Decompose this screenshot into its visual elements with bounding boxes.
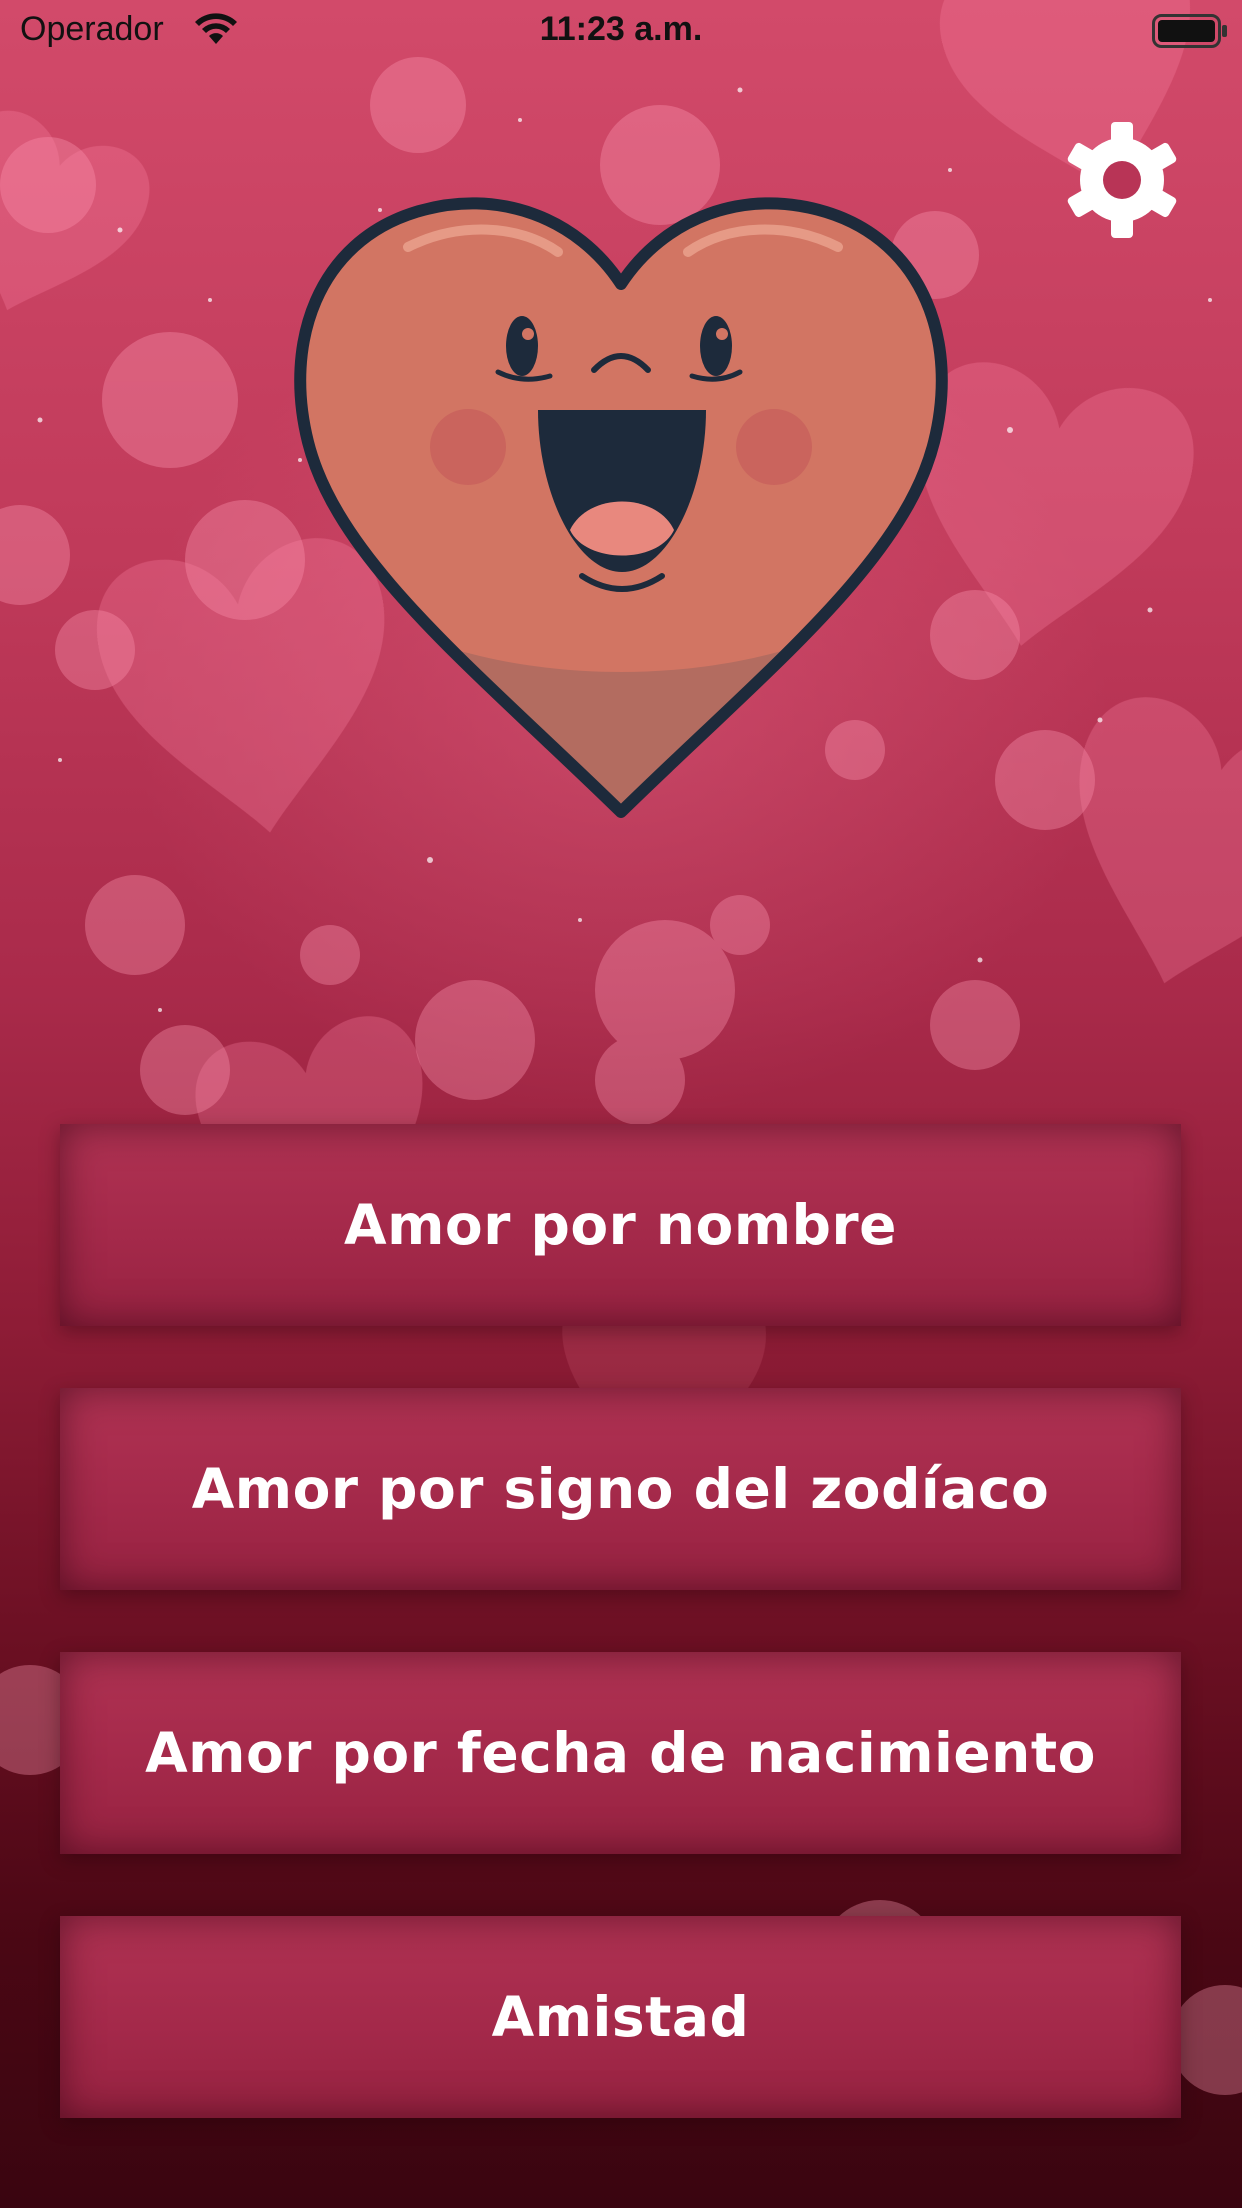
battery-icon (1152, 14, 1227, 48)
smiling-heart-icon (294, 197, 948, 818)
love-by-name-button[interactable]: Amor por nombre (60, 1124, 1181, 1326)
status-time: 11:23 a.m. (539, 10, 703, 48)
app-screen: Operador 11:23 a.m. Amor por nombre Amor… (0, 0, 1242, 2208)
love-by-birthdate-button[interactable]: Amor por fecha de nacimiento (60, 1652, 1181, 1854)
gear-icon[interactable] (1062, 118, 1182, 242)
love-by-zodiac-button[interactable]: Amor por signo del zodíaco (60, 1388, 1181, 1590)
friendship-button[interactable]: Amistad (60, 1916, 1181, 2118)
status-bar: Operador 11:23 a.m. (0, 0, 1242, 60)
